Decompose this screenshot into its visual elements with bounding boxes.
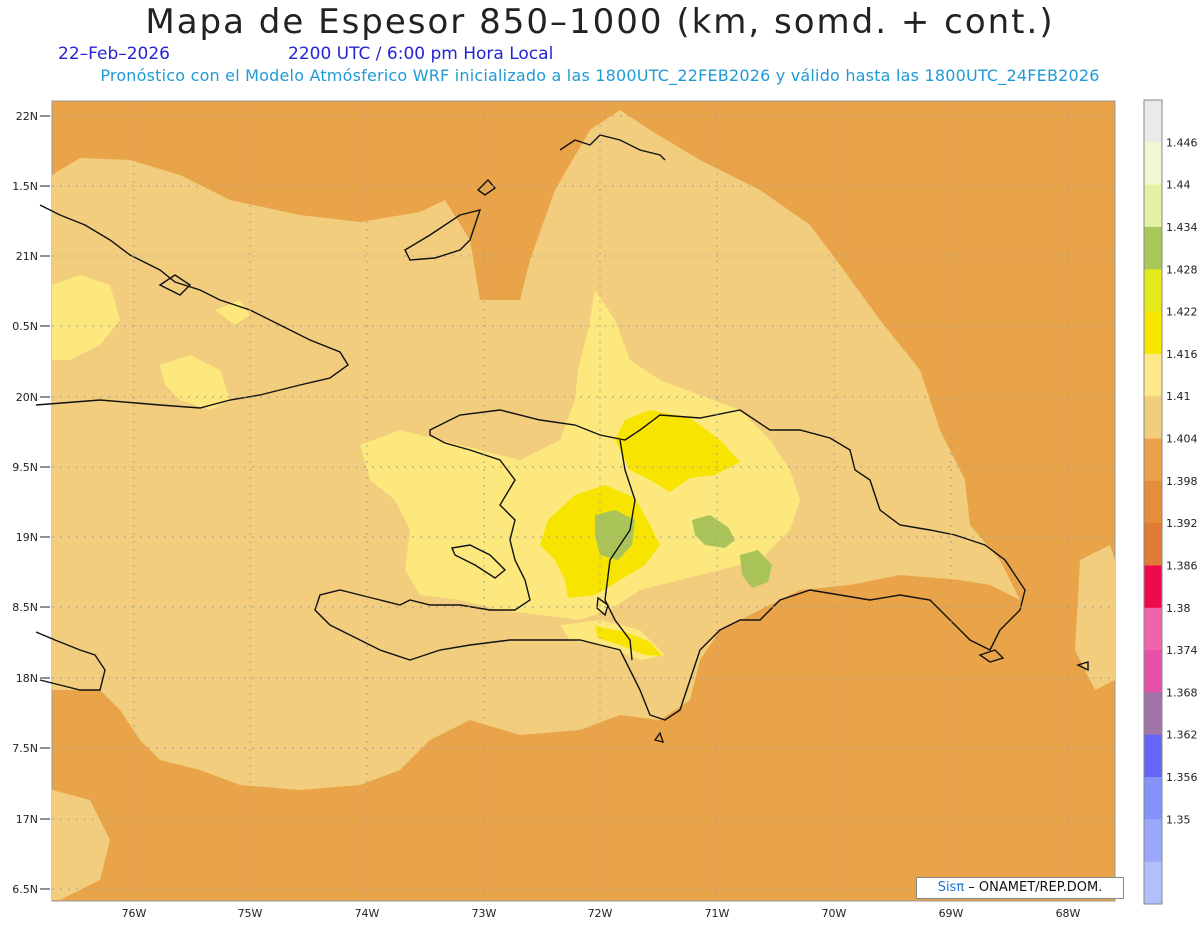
colorbar-label: 1.368 [1166, 686, 1198, 699]
lat-label: 21N [16, 250, 38, 263]
colorbar-label: 1.35 [1166, 813, 1191, 826]
colorbar-swatch [1144, 142, 1162, 186]
colorbar-swatch [1144, 100, 1162, 143]
credit-sis: Sis [937, 880, 957, 895]
colorbar-swatch [1144, 607, 1162, 651]
thickness-map: 22N 1.5N 21N 0.5N 20N 9.5N 19N 8.5N 18N … [12, 99, 1198, 920]
colorbar-swatch [1144, 734, 1162, 778]
lat-label: 1.5N [12, 180, 38, 193]
colorbar-swatch [1144, 565, 1162, 609]
colorbar-label: 1.404 [1166, 433, 1198, 446]
lon-label: 70W [822, 907, 847, 920]
lon-label: 71W [705, 907, 730, 920]
colorbar: 1.446 1.44 1.434 1.428 1.422 1.416 1.41 1.404 1.… [1143, 99, 1198, 905]
colorbar-swatch [1144, 523, 1162, 566]
colorbar-swatch [1144, 819, 1162, 863]
colorbar-label: 1.41 [1166, 390, 1191, 403]
colorbar-label: 1.356 [1166, 771, 1198, 784]
lat-label: 20N [16, 391, 38, 404]
colorbar-swatch [1144, 353, 1162, 397]
lat-label: 22N [16, 110, 38, 123]
colorbar-label: 1.422 [1166, 306, 1198, 319]
colorbar-swatch [1144, 861, 1162, 905]
colorbar-swatch [1144, 311, 1162, 355]
lon-label: 74W [355, 907, 380, 920]
colorbar-label: 1.398 [1166, 475, 1198, 488]
colorbar-swatch [1144, 226, 1162, 270]
credit-pi: π [956, 880, 965, 895]
lat-axis: 22N 1.5N 21N 0.5N 20N 9.5N 19N 8.5N 18N … [12, 110, 38, 896]
lat-label: 9.5N [12, 461, 38, 474]
colorbar-swatch [1144, 269, 1162, 313]
credit-org: – ONAMET/REP.DOM. [964, 880, 1103, 895]
lon-label: 75W [238, 907, 263, 920]
lon-axis: 76W 75W 74W 73W 72W 71W 70W 69W 68W [122, 907, 1081, 920]
credit-box: Sisπ – ONAMET/REP.DOM. [916, 877, 1124, 899]
colorbar-swatch [1144, 184, 1162, 228]
colorbar-label: 1.434 [1166, 221, 1198, 234]
colorbar-label: 1.38 [1166, 602, 1191, 615]
colorbar-label: 1.416 [1166, 348, 1198, 361]
colorbar-swatch [1144, 650, 1162, 693]
lat-label: 6.5N [12, 883, 38, 896]
lon-label: 68W [1056, 907, 1081, 920]
colorbar-swatch [1144, 692, 1162, 736]
colorbar-swatch [1144, 438, 1162, 482]
colorbar-swatch [1144, 777, 1162, 820]
lat-label: 0.5N [12, 320, 38, 333]
colorbar-label: 1.374 [1166, 644, 1198, 657]
lat-label: 17N [16, 813, 38, 826]
colorbar-label: 1.44 [1166, 179, 1191, 192]
colorbar-label: 1.446 [1166, 136, 1198, 149]
lon-label: 76W [122, 907, 147, 920]
lon-label: 69W [939, 907, 964, 920]
colorbar-label: 1.362 [1166, 729, 1198, 742]
lon-label: 73W [472, 907, 497, 920]
colorbar-label: 1.428 [1166, 263, 1198, 276]
lat-label: 8.5N [12, 601, 38, 614]
colorbar-swatch [1144, 480, 1162, 524]
lat-label: 18N [16, 672, 38, 685]
colorbar-label: 1.392 [1166, 517, 1198, 530]
lon-label: 72W [588, 907, 613, 920]
colorbar-swatch [1144, 396, 1162, 440]
lat-label: 19N [16, 531, 38, 544]
colorbar-label: 1.386 [1166, 560, 1198, 573]
lat-label: 7.5N [12, 742, 38, 755]
